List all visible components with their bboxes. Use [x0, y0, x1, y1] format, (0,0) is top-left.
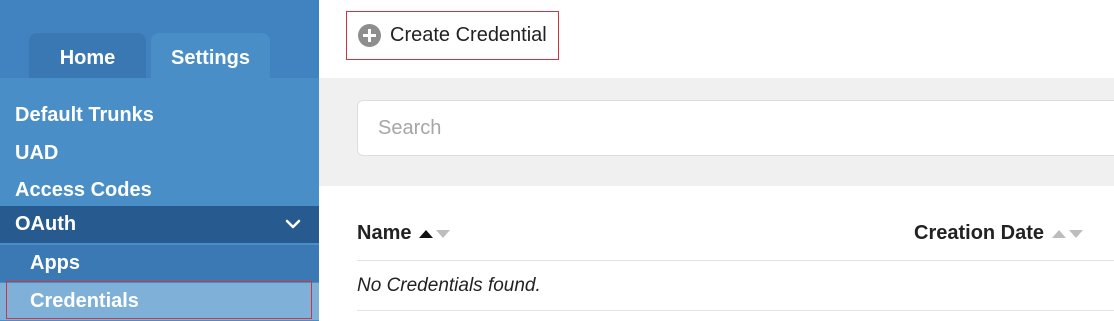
table-header: Name Creation Date — [357, 216, 1114, 261]
search-input[interactable] — [357, 100, 1114, 156]
sort-ascending-icon — [419, 229, 434, 238]
sort-descending-icon — [436, 229, 451, 238]
sort-icon — [1052, 229, 1084, 238]
sort-icon — [419, 229, 451, 238]
sidebar-tabs: Home Settings — [0, 0, 319, 78]
column-header-creation-date[interactable]: Creation Date — [914, 222, 1084, 245]
tab-settings[interactable]: Settings — [151, 33, 270, 78]
column-header-label: Creation Date — [914, 222, 1045, 244]
column-header-name[interactable]: Name — [357, 222, 451, 245]
sidebar-item-label: Access Codes — [15, 179, 152, 201]
search-band — [319, 78, 1114, 186]
sidebar-item-uad[interactable]: UAD — [0, 135, 319, 172]
sort-ascending-icon — [1052, 229, 1067, 238]
empty-table-message: No Credentials found. — [357, 261, 1114, 311]
sidebar-item-label: UAD — [15, 142, 59, 164]
chevron-down-icon[interactable] — [285, 216, 301, 232]
sidebar-item-access-codes[interactable]: Access Codes — [0, 172, 319, 209]
column-header-label: Name — [357, 222, 412, 244]
create-credential-label: Create Credential — [390, 24, 547, 46]
sidebar-item-label: Apps — [30, 252, 80, 274]
sidebar-item-apps[interactable]: Apps — [0, 245, 319, 282]
sidebar-item-credentials[interactable]: Credentials — [0, 283, 319, 320]
sidebar-item-label: OAuth — [15, 213, 77, 235]
main-content: Create Credential Name Creation Date — [319, 0, 1114, 321]
sidebar-item-oauth[interactable]: OAuth — [0, 206, 319, 243]
sort-descending-icon — [1069, 229, 1084, 238]
tab-home[interactable]: Home — [29, 33, 146, 78]
create-credential-button[interactable]: Create Credential — [346, 11, 559, 60]
sidebar-item-default-trunks[interactable]: Default Trunks — [0, 97, 319, 134]
plus-circle-icon — [358, 24, 381, 47]
sidebar-item-label: Credentials — [30, 290, 139, 312]
sidebar-item-label: Default Trunks — [15, 104, 154, 126]
sidebar: Home Settings Default Trunks UAD Access … — [0, 0, 319, 321]
